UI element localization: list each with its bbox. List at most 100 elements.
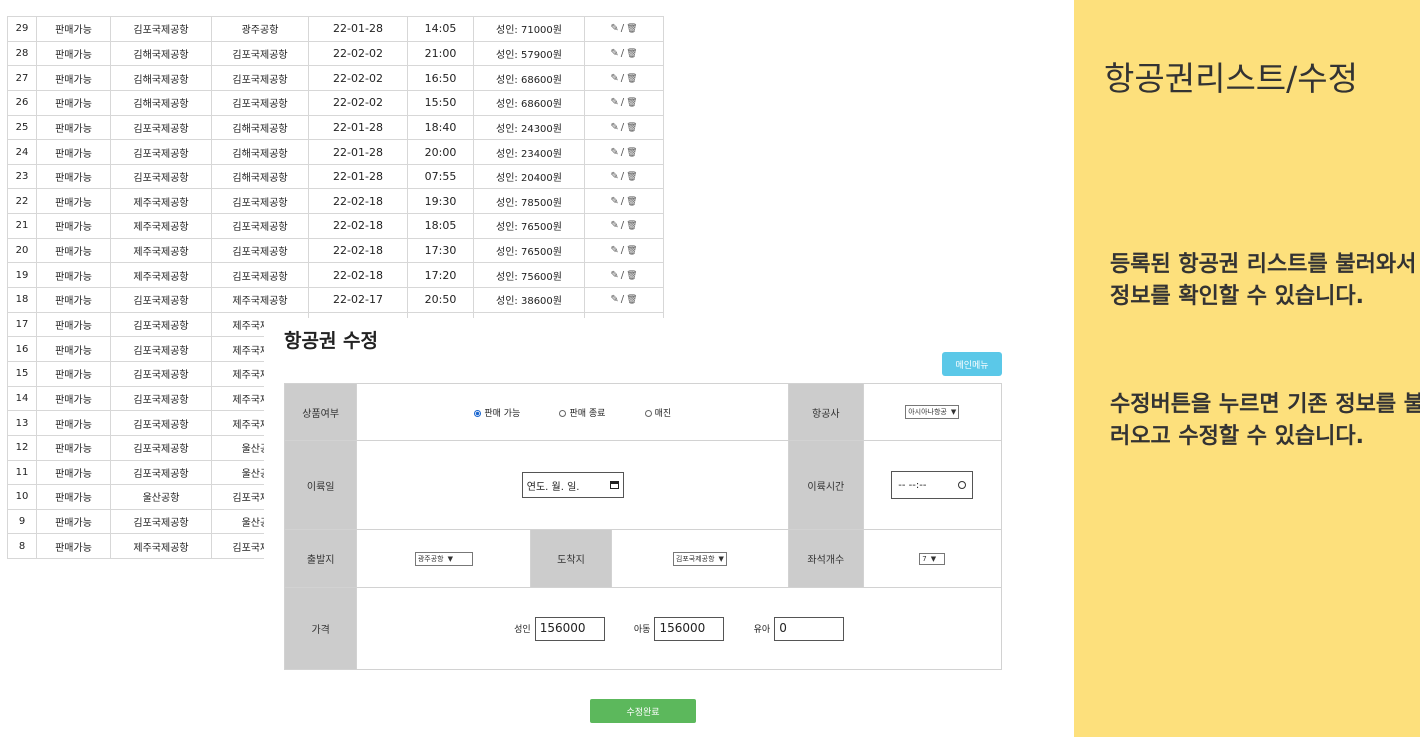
airline-select[interactable]: 아시아나항공 ▼ [905,405,960,419]
departure-date-input[interactable]: 연도. 월. 일. [521,472,624,498]
status-radio-sold-out[interactable]: 매진 [644,406,671,419]
edit-icon[interactable]: ✎ [610,245,618,256]
action-separator: / [620,171,625,183]
calendar-icon[interactable] [609,481,619,489]
origin-airport-cell: 김포국제공항 [110,114,212,141]
sale-status-cell: 판매가능 [36,360,111,387]
edit-icon[interactable]: ✎ [610,73,618,84]
delete-icon[interactable]: 🗑 [626,295,637,305]
edit-icon[interactable]: ✎ [610,294,618,305]
edit-icon[interactable]: ✎ [610,220,618,231]
row-actions: ✎/🗑 [584,65,664,91]
delete-icon[interactable]: 🗑 [626,246,637,256]
sale-status-cell: 판매가능 [36,40,111,67]
delete-icon[interactable]: 🗑 [626,271,637,281]
row-actions: ✎/🗑 [584,237,664,264]
action-separator: / [620,220,625,232]
origin-airport-cell: 제주국제공항 [110,237,212,264]
clock-icon[interactable] [958,481,967,489]
main-menu-button[interactable]: 메인메뉴 [942,352,1002,376]
departure-time-cell: 20:00 [407,139,474,165]
delete-icon[interactable]: 🗑 [626,24,637,34]
departure-date-cell: 22-02-02 [308,40,408,67]
destination-airport-cell: 광주공항 [211,16,309,42]
child-price-group: 아동 156000 [634,616,725,641]
seats-select-value: 7 [922,554,927,563]
adult-price-cell: 성인: 68600원 [473,65,585,91]
edit-icon[interactable]: ✎ [610,97,618,108]
delete-icon[interactable]: 🗑 [626,74,637,84]
origin-select-value: 광주공항 [417,554,444,563]
edit-icon[interactable]: ✎ [610,270,618,281]
infant-label: 유아 [753,624,771,635]
ticket-number-cell: 29 [7,16,37,42]
adult-price-cell: 성인: 75600원 [473,262,585,289]
sale-status-cell: 판매가능 [36,237,111,264]
adult-price-cell: 성인: 76500원 [473,213,585,239]
child-price-input[interactable]: 156000 [654,616,725,641]
infant-price-input[interactable]: 0 [774,616,845,641]
origin-airport-cell: 김포국제공항 [110,287,212,313]
delete-icon[interactable]: 🗑 [626,98,637,108]
origin-airport-cell: 김포국제공항 [110,508,212,535]
edit-icon[interactable]: ✎ [610,48,618,59]
ticket-number-cell: 25 [7,114,37,141]
edit-form-table: 상품여부 판매 가능 판매 종료 매진 항공사 아시아나항공 ▼ 이륙일 연도. … [283,383,1003,670]
edit-icon[interactable]: ✎ [610,23,618,34]
edit-icon[interactable]: ✎ [610,147,618,158]
sale-status-cell: 판매가능 [36,89,111,116]
origin-airport-cell: 김해국제공항 [110,89,212,116]
action-separator: / [620,146,625,158]
ticket-number-cell: 22 [7,188,37,215]
status-radio-group: 판매 가능 판매 종료 매진 [356,383,790,441]
adult-price-cell: 성인: 57900원 [473,40,585,67]
departure-time-input[interactable]: -- --:-- [891,471,974,499]
table-row: 25 판매가능 김포국제공항 김해국제공항 22-01-28 18:40 성인: 24300… [7,114,664,141]
row-actions: ✎/🗑 [584,163,664,190]
action-separator: / [620,47,625,59]
destination-select[interactable]: 김포국제공항 ▼ [672,551,727,566]
adult-price-cell: 성인: 23400원 [473,139,585,165]
delete-icon[interactable]: 🗑 [626,148,637,158]
adult-price-input[interactable]: 156000 [534,616,605,641]
sale-status-cell: 판매가능 [36,508,111,535]
delete-icon[interactable]: 🗑 [626,172,637,182]
departure-date-cell: 22-02-17 [308,287,408,313]
sale-status-cell: 판매가능 [36,114,111,141]
row-actions: ✎/🗑 [584,188,664,215]
radio-unchecked-icon [559,409,567,417]
action-separator: / [620,121,625,133]
origin-airport-cell: 김포국제공항 [110,385,212,412]
departure-date-cell: 22-02-18 [308,213,408,239]
status-radio-sale-ended[interactable]: 판매 종료 [559,406,605,419]
chevron-down-icon: ▼ [447,554,453,563]
ticket-number-cell: 17 [7,311,37,338]
edit-icon[interactable]: ✎ [610,196,618,207]
delete-icon[interactable]: 🗑 [626,197,637,207]
chevron-down-icon: ▼ [930,554,937,563]
price-label: 가격 [283,587,358,670]
edit-icon[interactable]: ✎ [610,171,618,182]
departure-time-cell: 19:30 [407,188,474,215]
action-separator: / [620,269,625,281]
origin-select[interactable]: 광주공항 ▼ [414,551,473,566]
row-actions: ✎/🗑 [584,287,664,313]
radio-label: 판매 가능 [484,408,521,419]
row-actions: ✎/🗑 [584,213,664,239]
departure-date-cell: 22-02-02 [308,65,408,91]
submit-edit-button[interactable]: 수정완료 [590,699,696,723]
departure-time-cell: 21:00 [407,40,474,67]
delete-icon[interactable]: 🗑 [626,49,637,59]
seats-select[interactable]: 7 ▼ [919,552,946,565]
ticket-number-cell: 8 [7,533,37,560]
delete-icon[interactable]: 🗑 [626,221,637,231]
origin-airport-cell: 김포국제공항 [110,16,212,42]
status-radio-on-sale[interactable]: 판매 가능 [474,406,520,419]
origin-airport-cell: 김포국제공항 [110,410,212,436]
date-placeholder: 연도. 월. 일. [526,481,580,493]
delete-icon[interactable]: 🗑 [626,123,637,133]
radio-unchecked-icon [644,409,652,417]
edit-icon[interactable]: ✎ [610,122,618,133]
ticket-number-cell: 26 [7,89,37,116]
ticket-number-cell: 20 [7,237,37,264]
